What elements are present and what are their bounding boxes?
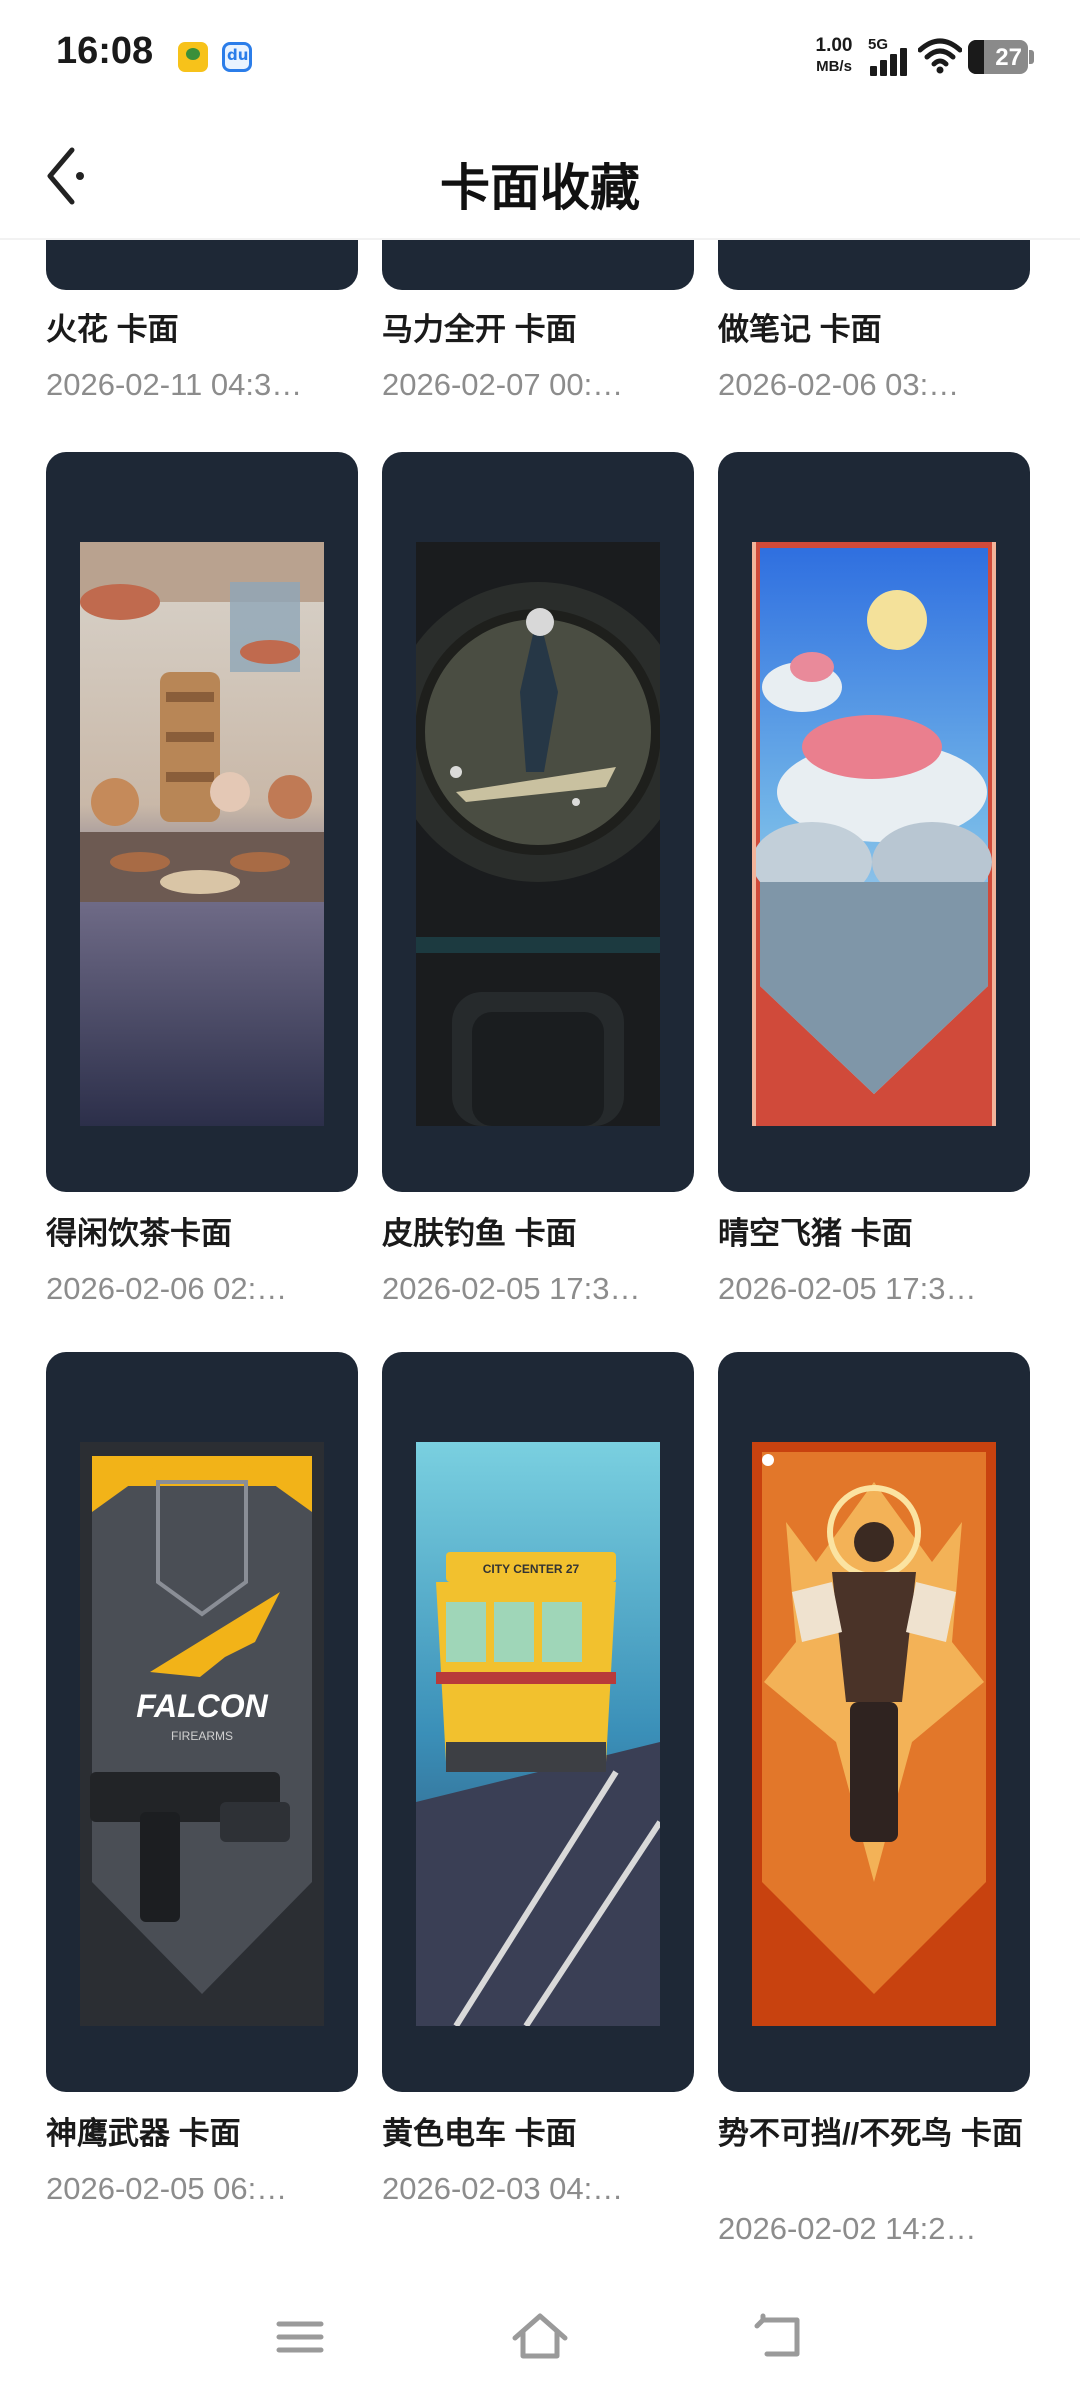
system-navigation-bar	[0, 2270, 1080, 2400]
back-nav-button[interactable]	[745, 2302, 815, 2372]
card-thumbnail[interactable]	[718, 1352, 1030, 2092]
card-date: 2026-02-06 02:…	[46, 1271, 288, 1306]
battery-level: 27	[995, 44, 1022, 71]
wifi-icon	[918, 38, 962, 74]
card-name: 势不可挡//不死鸟 卡面	[718, 2116, 1023, 2151]
card-name: 火花 卡面	[46, 312, 179, 347]
home-icon	[512, 2313, 568, 2359]
tram-sign-text: CITY CENTER 27	[483, 1562, 580, 1576]
card-name: 做笔记 卡面	[718, 312, 882, 347]
battery-icon: 27	[968, 40, 1028, 74]
app-notification-icon	[178, 42, 208, 72]
phoenix-card-art	[752, 1442, 996, 2026]
card-name: 得闲饮茶卡面	[46, 1216, 232, 1251]
home-button[interactable]	[505, 2302, 575, 2372]
card-collection-grid: 火花 卡面 2026-02-11 04:3… 马力全开 卡面 2026-02-0…	[0, 240, 1080, 2270]
card-thumbnail[interactable]	[382, 240, 694, 290]
card-name: 皮肤钓鱼 卡面	[382, 1216, 577, 1251]
falcon-firearms-card-art: FALCON FIREARMS	[80, 1442, 324, 2026]
status-time: 16:08	[56, 30, 154, 72]
app-header: 卡面收藏	[0, 110, 1080, 240]
card-thumbnail[interactable]	[46, 452, 358, 1192]
yellow-tram-card-art: CITY CENTER 27	[416, 1442, 660, 2026]
network-speed: 1.00 MB/s	[806, 36, 862, 74]
fishing-card-art	[416, 542, 660, 1126]
page-title: 卡面收藏	[440, 160, 640, 216]
card-thumbnail[interactable]	[382, 452, 694, 1192]
network-speed-value: 1.00	[815, 35, 853, 56]
card-date: 2026-02-05 06:…	[46, 2171, 288, 2206]
card-thumbnail[interactable]: CITY CENTER 27	[382, 1352, 694, 2092]
cellular-signal-icon: 5G	[868, 36, 912, 76]
card-date: 2026-02-03 04:…	[382, 2171, 624, 2206]
network-speed-unit: MB/s	[816, 58, 852, 75]
dim-sum-card-art	[80, 542, 324, 1126]
card-date: 2026-02-05 17:3…	[382, 1271, 641, 1306]
card-name: 晴空飞猪 卡面	[718, 1216, 913, 1251]
card-name: 黄色电车 卡面	[382, 2116, 577, 2151]
menu-icon	[276, 2321, 324, 2353]
card-thumbnail[interactable]	[718, 240, 1030, 290]
menu-button[interactable]	[265, 2302, 335, 2372]
card-date: 2026-02-05 17:3…	[718, 1271, 977, 1306]
back-icon	[754, 2313, 800, 2357]
flying-pig-card-art	[752, 542, 996, 1126]
network-type: 5G	[868, 36, 889, 53]
falcon-logo-text: FALCON	[136, 1688, 268, 1724]
battery-tip	[1029, 50, 1034, 64]
status-bar: 16:08 1.00 MB/s 5G 27	[0, 0, 1080, 110]
card-date: 2026-02-06 03:…	[718, 367, 960, 402]
du-app-notification-icon	[222, 42, 252, 72]
card-name: 马力全开 卡面	[382, 312, 577, 347]
card-date: 2026-02-02 14:2…	[718, 2211, 977, 2246]
card-date: 2026-02-11 04:3…	[46, 367, 303, 402]
card-thumbnail[interactable]	[718, 452, 1030, 1192]
card-date: 2026-02-07 00:…	[382, 367, 624, 402]
card-thumbnail[interactable]	[46, 240, 358, 290]
falcon-sub-text: FIREARMS	[171, 1729, 233, 1743]
card-thumbnail[interactable]: FALCON FIREARMS	[46, 1352, 358, 2092]
card-name: 神鹰武器 卡面	[46, 2116, 241, 2151]
